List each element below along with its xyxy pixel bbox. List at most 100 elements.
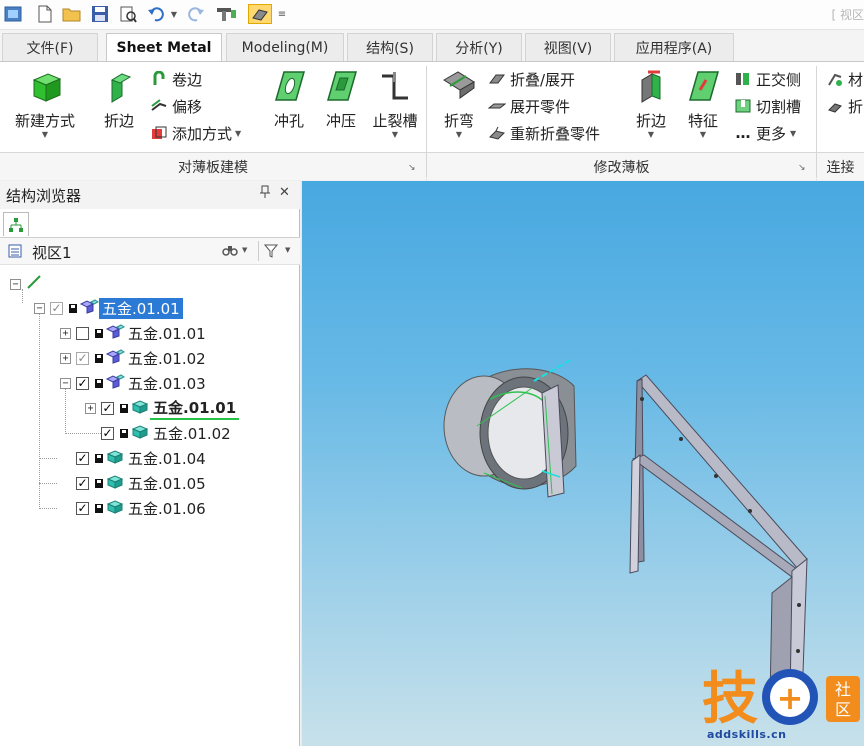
visibility-checkbox[interactable]: ✓ <box>76 501 89 515</box>
visibility-checkbox[interactable]: ✓ <box>101 401 114 415</box>
stamp-icon <box>322 68 360 106</box>
visibility-checkbox[interactable] <box>76 326 89 340</box>
fold-more-button[interactable]: 折 <box>826 95 863 117</box>
tree-item-label: 五金.01.01 <box>128 324 206 343</box>
tree-connector <box>39 314 40 509</box>
assembly-icon <box>105 348 125 368</box>
print-preview-icon[interactable] <box>118 4 138 24</box>
part-icon <box>105 448 125 468</box>
chevron-down-icon[interactable]: ▼ <box>285 246 290 254</box>
save-state-icon <box>95 503 103 513</box>
undo-icon[interactable] <box>146 4 166 24</box>
tree-row[interactable]: + 五金.01.01 <box>60 322 209 344</box>
visibility-checkbox[interactable]: ✓ <box>101 426 114 440</box>
offset-button[interactable]: 偏移 <box>150 95 202 117</box>
ortho-side-button[interactable]: 正交侧 <box>734 68 801 90</box>
bracket-part <box>629 374 808 702</box>
add-method-label: 添加方式 <box>172 124 233 143</box>
flange-label: 折边 <box>103 112 134 130</box>
tree-root[interactable]: − <box>10 273 42 295</box>
logo-brand-char: 技 <box>702 667 758 730</box>
tree-connector <box>39 483 57 484</box>
bend-icon <box>440 68 478 106</box>
cut-slot-button[interactable]: 切割槽 <box>734 95 801 117</box>
refold-part-label: 重新折叠零件 <box>510 124 601 143</box>
close-icon[interactable]: ✕ <box>279 185 290 200</box>
curl-button[interactable]: 卷边 <box>150 68 202 90</box>
more-button[interactable]: … 更多 ▼ <box>734 122 797 144</box>
expand-toggle[interactable]: + <box>85 402 96 414</box>
app-menu-icon[interactable] <box>3 4 23 24</box>
undo-dropdown-icon[interactable]: ▼ <box>168 4 180 24</box>
visibility-checkbox[interactable]: ✓ <box>76 476 89 490</box>
new-method-button[interactable]: 新建方式 ▼ <box>8 68 82 139</box>
dialog-launcher-icon[interactable]: ↘ <box>408 163 416 173</box>
offset-label: 偏移 <box>172 97 203 116</box>
pin-icon[interactable] <box>260 185 270 203</box>
tab-analysis[interactable]: 分析(Y) <box>436 33 522 61</box>
tab-sheet-metal[interactable]: Sheet Metal <box>106 33 222 62</box>
tab-applications[interactable]: 应用程序(A) <box>614 33 734 61</box>
new-file-icon[interactable] <box>35 4 55 24</box>
tree-row[interactable]: ✓ 五金.01.05 <box>76 472 209 494</box>
add-method-button[interactable]: 添加方式 ▼ <box>150 122 241 144</box>
chevron-down-icon[interactable]: ▼ <box>242 246 247 254</box>
open-folder-icon[interactable] <box>62 4 82 24</box>
group1-label: 对薄板建模 <box>178 159 248 176</box>
refold-part-button[interactable]: 重新折叠零件 <box>488 122 600 144</box>
tab-structure[interactable]: 结构(S) <box>347 33 433 61</box>
customize-qat-icon[interactable]: ≡ <box>276 4 288 24</box>
binoculars-icon[interactable] <box>222 243 238 260</box>
stamp-label: 冲压 <box>325 112 356 130</box>
refold-part-icon <box>488 124 506 142</box>
tools-icon[interactable] <box>214 4 240 24</box>
save-state-icon <box>69 303 77 313</box>
tree-row[interactable]: − ✓ 五金.01.03 <box>60 372 209 394</box>
visibility-checkbox[interactable]: ✓ <box>50 301 63 315</box>
save-state-icon <box>95 478 103 488</box>
collapse-toggle[interactable]: − <box>60 377 71 389</box>
structure-browser-title: 结构浏览器 <box>6 186 82 205</box>
ribbon: 新建方式 ▼ 折边 卷边 偏移 添加方式 ▼ 冲孔 冲压 止裂槽 ▼ 折弯 ▼ … <box>0 61 864 180</box>
unfold-part-button[interactable]: 展开零件 <box>488 95 570 117</box>
offset-icon <box>150 97 168 115</box>
expand-toggle[interactable]: + <box>60 352 71 364</box>
punch-button[interactable]: 冲孔 <box>266 68 312 131</box>
redo-icon[interactable] <box>186 4 206 24</box>
tree-tab[interactable] <box>3 212 29 236</box>
save-state-icon <box>120 428 128 438</box>
tree-row[interactable]: + ✓ 五金.01.02 <box>60 347 209 369</box>
tree-row[interactable]: ✓ 五金.01.06 <box>76 497 209 519</box>
hem-button[interactable]: 折边 ▼ <box>628 68 674 139</box>
stamp-button[interactable]: 冲压 <box>318 68 364 131</box>
feature-button[interactable]: 特征 ▼ <box>680 68 726 139</box>
chevron-down-icon: ▼ <box>790 128 797 138</box>
tree-row[interactable]: − ✓ 五金.01.01 <box>34 297 183 319</box>
chevron-down-icon: ▼ <box>391 130 399 139</box>
dialog-launcher-icon[interactable]: ↘ <box>798 163 806 173</box>
collapse-toggle[interactable]: − <box>10 278 21 290</box>
filter-icon[interactable] <box>263 244 279 262</box>
tab-file[interactable]: 文件(F) <box>2 33 98 61</box>
tab-view[interactable]: 视图(V) <box>525 33 611 61</box>
hem-label: 折边 <box>635 112 666 130</box>
visibility-checkbox[interactable]: ✓ <box>76 351 89 365</box>
material-button[interactable]: 材 <box>826 68 863 90</box>
tree-row[interactable]: + ✓ 五金.01.01 <box>85 397 240 420</box>
tab-modeling[interactable]: Modeling(M) <box>226 33 344 61</box>
relief-button[interactable]: 止裂槽 ▼ <box>368 68 422 139</box>
3d-viewport[interactable] <box>301 181 864 746</box>
save-icon[interactable] <box>90 4 110 24</box>
visibility-checkbox[interactable]: ✓ <box>76 451 89 465</box>
ribbon-tabs: 文件(F) Sheet Metal Modeling(M) 结构(S) 分析(Y… <box>0 30 864 62</box>
fold-unfold-button[interactable]: 折叠/展开 <box>488 68 575 90</box>
visibility-checkbox[interactable]: ✓ <box>76 376 89 390</box>
flange-button[interactable]: 折边 <box>96 68 142 131</box>
tree-row[interactable]: ✓ 五金.01.02 <box>101 422 234 444</box>
expand-toggle[interactable]: + <box>60 327 71 339</box>
bend-button[interactable]: 折弯 ▼ <box>436 68 482 139</box>
tree-row[interactable]: ✓ 五金.01.04 <box>76 447 209 469</box>
collapse-toggle[interactable]: − <box>34 302 45 314</box>
part-icon <box>105 498 125 518</box>
sheetmetal-quick-icon[interactable] <box>248 4 272 24</box>
